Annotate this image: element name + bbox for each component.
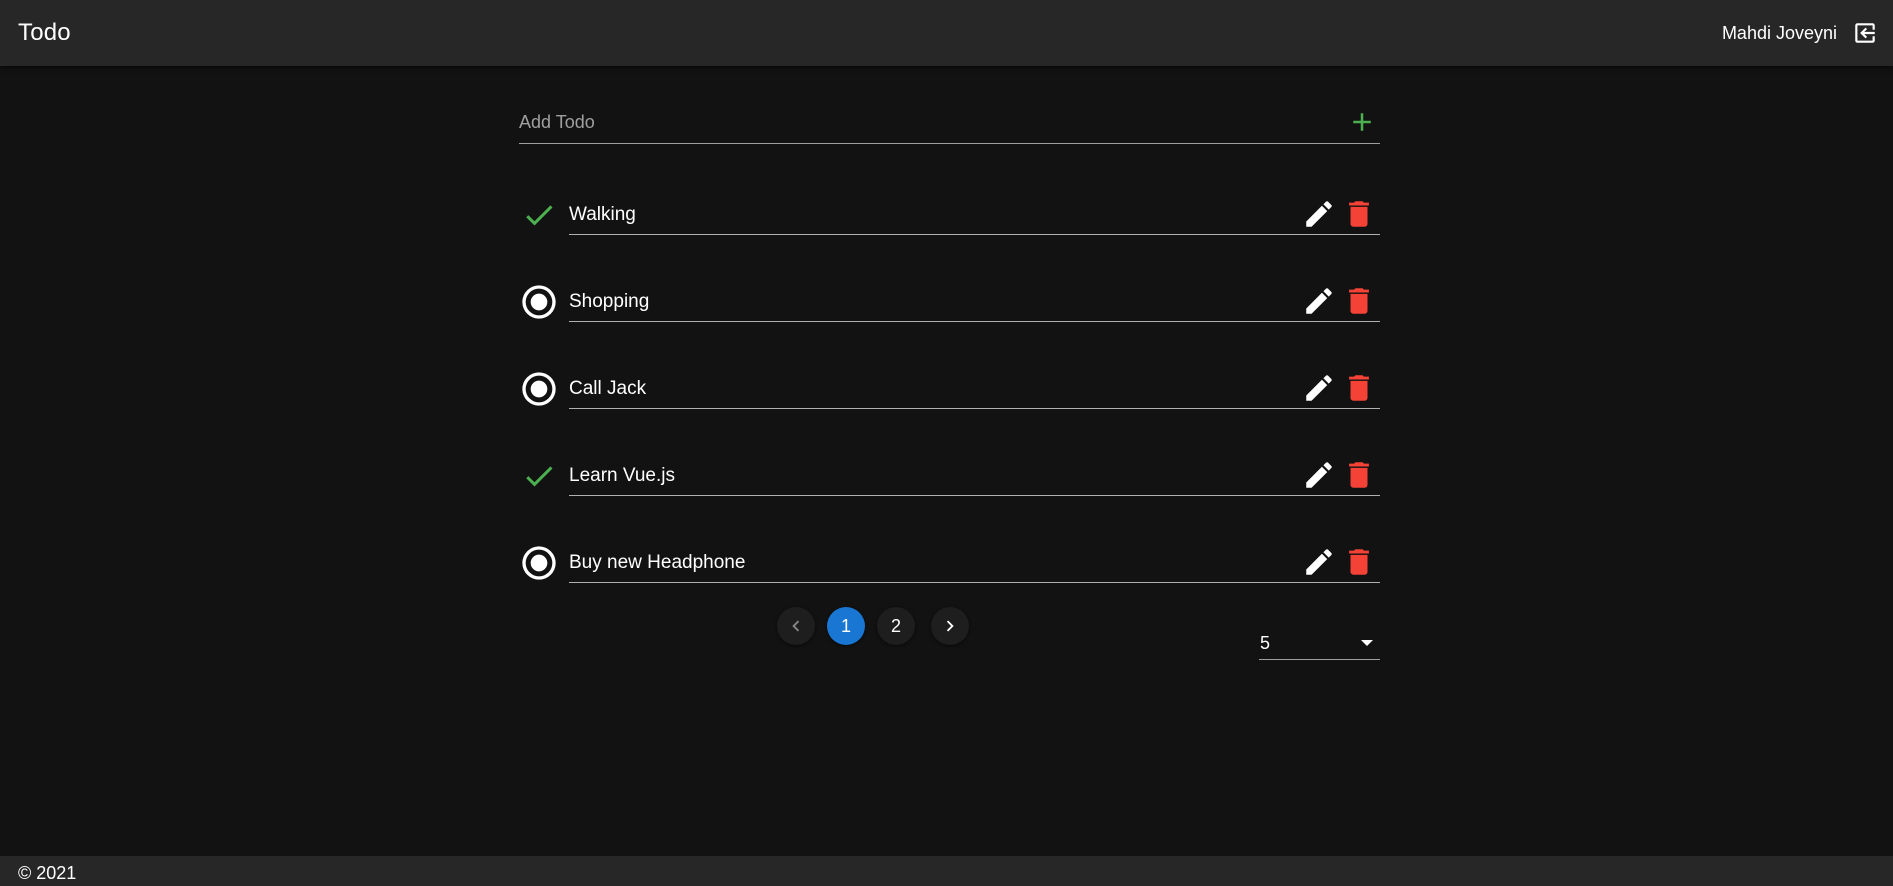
chevron-left-icon[interactable] (777, 607, 815, 645)
todo-actions (1302, 370, 1376, 406)
chevron-right-icon[interactable] (931, 607, 969, 645)
user-name: Mahdi Joveyni (1721, 22, 1837, 43)
radio-marked-icon[interactable] (519, 543, 559, 583)
todo-item: Call Jack (519, 347, 1380, 434)
todo-text[interactable]: Walking (569, 198, 636, 226)
trash-icon[interactable] (1342, 544, 1376, 580)
user-area: Mahdi Joveyni (1722, 19, 1879, 47)
todo-text[interactable]: Shopping (569, 285, 649, 313)
todo-actions (1302, 283, 1376, 319)
plus-icon[interactable] (1346, 106, 1378, 138)
logout-icon[interactable] (1851, 19, 1879, 47)
todo-item: Shopping (519, 260, 1380, 347)
todo-item: Learn Vue.js (519, 434, 1380, 521)
page-button-2[interactable]: 2 (877, 607, 915, 645)
pencil-icon[interactable] (1302, 196, 1336, 232)
radio-marked-icon[interactable] (519, 369, 559, 409)
todo-item: Walking (519, 173, 1380, 260)
todo-actions (1302, 196, 1376, 232)
check-icon[interactable] (519, 456, 559, 496)
trash-icon[interactable] (1342, 457, 1376, 493)
app-title: Todo (18, 19, 71, 46)
todo-list: Walking Shopping Call Jack Learn Vue.js Buy … (519, 173, 1380, 608)
pencil-icon[interactable] (1302, 544, 1336, 580)
todo-field: Shopping (569, 276, 1380, 322)
todo-item: Buy new Headphone (519, 521, 1380, 608)
radio-marked-icon[interactable] (519, 282, 559, 322)
trash-icon[interactable] (1342, 283, 1376, 319)
app-bar: Todo Mahdi Joveyni (0, 0, 1893, 66)
menu-down-icon (1361, 640, 1373, 646)
copyright-text: © 2021 (18, 862, 77, 883)
todo-field: Learn Vue.js (569, 450, 1380, 496)
trash-icon[interactable] (1342, 370, 1376, 406)
todo-actions (1302, 544, 1376, 580)
page-button-1[interactable]: 1 (827, 607, 865, 645)
items-per-page-select[interactable]: 5 (1259, 619, 1380, 660)
todo-field: Call Jack (569, 363, 1380, 409)
pencil-icon[interactable] (1302, 457, 1336, 493)
pencil-icon[interactable] (1302, 370, 1336, 406)
check-icon[interactable] (519, 195, 559, 235)
add-todo-row (519, 101, 1380, 144)
todo-field: Buy new Headphone (569, 537, 1380, 583)
todo-text[interactable]: Call Jack (569, 372, 646, 400)
add-todo-input[interactable] (519, 111, 1299, 133)
footer: © 2021 (0, 856, 1893, 886)
pagination: 1 2 (777, 607, 969, 645)
todo-text[interactable]: Buy new Headphone (569, 546, 745, 574)
trash-icon[interactable] (1342, 196, 1376, 232)
todo-field: Walking (569, 189, 1380, 235)
todo-text[interactable]: Learn Vue.js (569, 459, 675, 487)
items-per-page-value: 5 (1260, 632, 1271, 653)
pencil-icon[interactable] (1302, 283, 1336, 319)
todo-actions (1302, 457, 1376, 493)
